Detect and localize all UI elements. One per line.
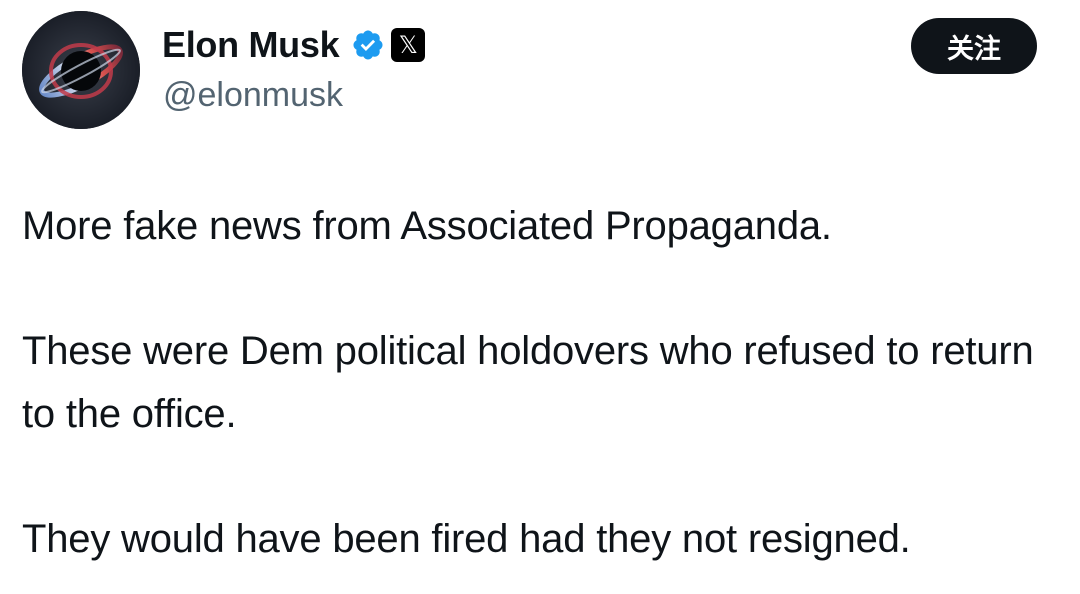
verified-badge-icon (351, 28, 385, 62)
tweet-paragraph: More fake news from Associated Propagand… (22, 204, 832, 248)
tweet-header: Elon Musk 𝕏 @elonmusk 关注 (0, 0, 1080, 140)
tweet-text: More fake news from Associated Propagand… (22, 195, 1072, 571)
user-handle[interactable]: @elonmusk (163, 76, 343, 115)
tweet-paragraph: These were Dem political holdovers who r… (22, 329, 1034, 436)
display-name[interactable]: Elon Musk (162, 24, 340, 66)
tweet-paragraph: They would have been fired had they not … (22, 517, 911, 561)
avatar[interactable] (22, 11, 140, 129)
black-hole-avatar-icon (22, 11, 140, 129)
x-logo-icon: 𝕏 (391, 28, 426, 62)
name-row: Elon Musk 𝕏 (162, 22, 426, 68)
follow-button[interactable]: 关注 (911, 18, 1037, 74)
